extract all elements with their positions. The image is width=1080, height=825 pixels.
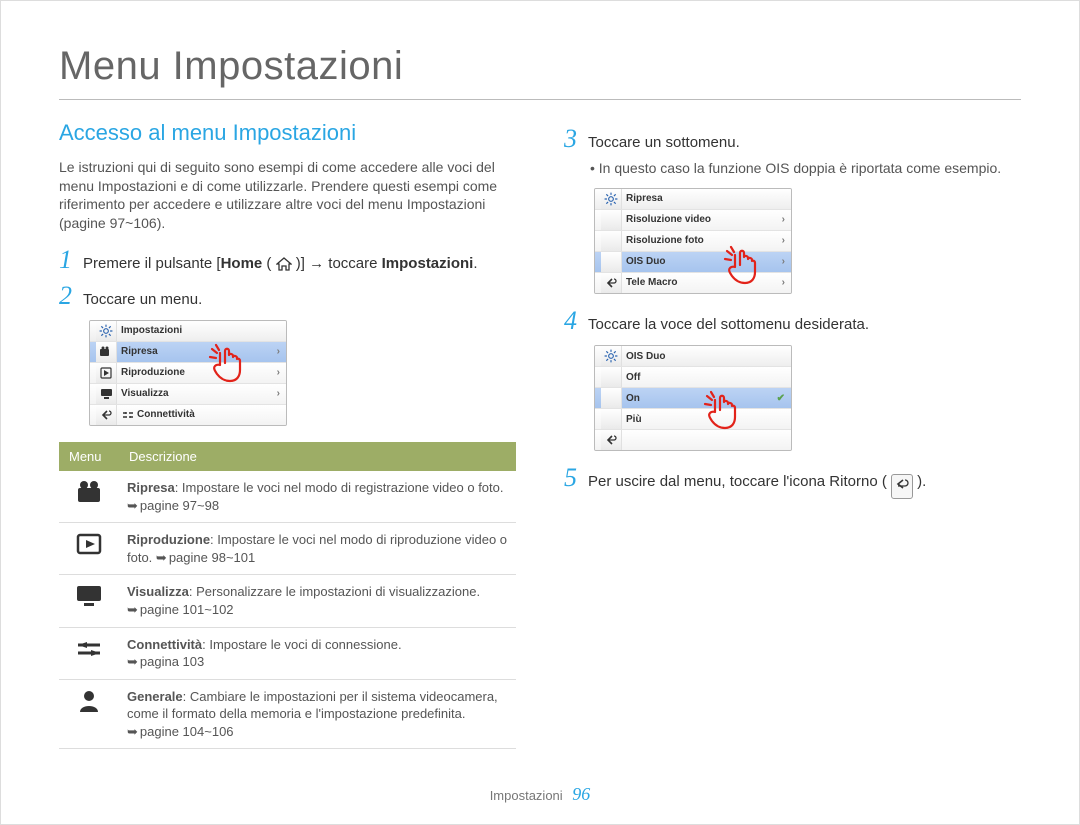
left-column: Accesso al menu Impostazioni Le istruzio… (59, 118, 516, 749)
lcd-row-visualizza[interactable]: Visualizza › (90, 384, 286, 405)
chevron-right-icon: › (782, 255, 785, 269)
table-row: Generale: Cambiare le impostazioni per i… (59, 679, 516, 749)
lcd-row-oisduo[interactable]: OIS Duo › (595, 252, 791, 273)
lcd-row-on[interactable]: On ✔ (595, 388, 791, 409)
connectivity-icon (59, 627, 119, 679)
footer-page-number: 96 (572, 784, 590, 804)
section-heading: Accesso al menu Impostazioni (59, 118, 516, 148)
table-header-menu: Menu (59, 442, 119, 472)
page-title: Menu Impostazioni (59, 39, 1021, 100)
step-3: 3 Toccare un sottomenu. (564, 126, 1021, 153)
step-number: 1 (59, 247, 83, 273)
chevron-right-icon: › (277, 345, 280, 359)
back-icon[interactable] (601, 430, 622, 450)
step-4-text: Toccare la voce del sottomenu desiderata… (588, 315, 869, 335)
lcd-header-label: Ripresa (626, 192, 785, 206)
table-cell-desc: Visualizza: Personalizzare le impostazio… (119, 575, 516, 627)
step-number: 2 (59, 283, 83, 309)
lcd-row[interactable]: Off (595, 367, 791, 388)
content-columns: Accesso al menu Impostazioni Le istruzio… (59, 118, 1021, 749)
table-row: Riproduzione: Impostare le voci nel modo… (59, 523, 516, 575)
chevron-right-icon: › (782, 234, 785, 248)
lcd-header-row: Ripresa (595, 189, 791, 210)
lcd-row-back[interactable] (595, 430, 791, 450)
display-icon (59, 575, 119, 627)
step-3-text: Toccare un sottomenu. (588, 133, 740, 153)
check-icon: ✔ (777, 392, 785, 406)
home-icon (276, 255, 292, 272)
step-number: 3 (564, 126, 588, 152)
page-footer: Impostazioni 96 (1, 782, 1079, 806)
table-row: Ripresa: Impostare le voci nel modo di r… (59, 471, 516, 523)
table-cell-desc: Riproduzione: Impostare le voci nel modo… (119, 523, 516, 575)
lcd-screenshot-submenu: Ripresa Risoluzione video › Risoluzione … (594, 188, 792, 294)
lcd-row[interactable]: Tele Macro › (595, 273, 791, 293)
display-icon (96, 384, 117, 404)
lcd-header-row: Impostazioni (90, 321, 286, 342)
gear-icon (601, 346, 622, 366)
chevron-right-icon: › (782, 213, 785, 227)
lcd-screenshot-menu: Impostazioni Ripresa › Riproduzione › Vi… (89, 320, 287, 426)
lcd-header-label: OIS Duo (626, 350, 785, 364)
step-5-text: Per uscire dal menu, toccare l'icona Rit… (588, 472, 926, 498)
camera-icon (96, 342, 117, 362)
step-4: 4 Toccare la voce del sottomenu desidera… (564, 308, 1021, 335)
lcd-row-connettivita[interactable]: Connettività (90, 405, 286, 425)
lcd-screenshot-option: OIS Duo Off On ✔ Più (594, 345, 792, 451)
step-2-text: Toccare un menu. (83, 290, 202, 310)
camera-icon (59, 471, 119, 523)
back-icon[interactable] (601, 273, 622, 293)
table-header-desc: Descrizione (119, 442, 516, 472)
table-cell-desc: Ripresa: Impostare le voci nel modo di r… (119, 471, 516, 523)
step-3-bullet: In questo caso la funzione OIS doppia è … (590, 159, 1021, 178)
lcd-row-riproduzione[interactable]: Riproduzione › (90, 363, 286, 384)
lcd-header-row: OIS Duo (595, 346, 791, 367)
step-number: 5 (564, 465, 588, 491)
step-1: 1 Premere il pulsante [Home ( )] → tocca… (59, 247, 516, 274)
table-row: Connettività: Impostare le voci di conne… (59, 627, 516, 679)
lcd-row-ripresa[interactable]: Ripresa › (90, 342, 286, 363)
return-icon (891, 474, 913, 498)
step-5: 5 Per uscire dal menu, toccare l'icona R… (564, 465, 1021, 498)
lcd-header-label: Impostazioni (121, 324, 280, 338)
page-root: Menu Impostazioni Accesso al menu Impost… (0, 0, 1080, 825)
connectivity-icon (121, 410, 135, 420)
gear-icon (96, 321, 117, 341)
step-1-text: Premere il pulsante [Home ( )] → toccare… (83, 254, 477, 274)
chevron-right-icon: › (782, 276, 785, 290)
lcd-row[interactable]: Risoluzione video › (595, 210, 791, 231)
play-icon (59, 523, 119, 575)
menu-description-table: Menu Descrizione Ripresa: Impostare le v… (59, 442, 516, 750)
footer-section-label: Impostazioni (490, 788, 563, 803)
table-cell-desc: Connettività: Impostare le voci di conne… (119, 627, 516, 679)
step-number: 4 (564, 308, 588, 334)
back-icon[interactable] (96, 405, 117, 425)
gear-icon (601, 189, 622, 209)
right-column: 3 Toccare un sottomenu. In questo caso l… (564, 118, 1021, 749)
lcd-row[interactable]: Più (595, 409, 791, 430)
lcd-row[interactable]: Risoluzione foto › (595, 231, 791, 252)
intro-paragraph: Le istruzioni qui di seguito sono esempi… (59, 158, 516, 234)
chevron-right-icon: › (277, 366, 280, 380)
play-icon (96, 363, 117, 383)
chevron-right-icon: › (277, 387, 280, 401)
table-header-row: Menu Descrizione (59, 442, 516, 472)
table-row: Visualizza: Personalizzare le impostazio… (59, 575, 516, 627)
step-2: 2 Toccare un menu. (59, 283, 516, 310)
person-icon (59, 679, 119, 749)
table-cell-desc: Generale: Cambiare le impostazioni per i… (119, 679, 516, 749)
